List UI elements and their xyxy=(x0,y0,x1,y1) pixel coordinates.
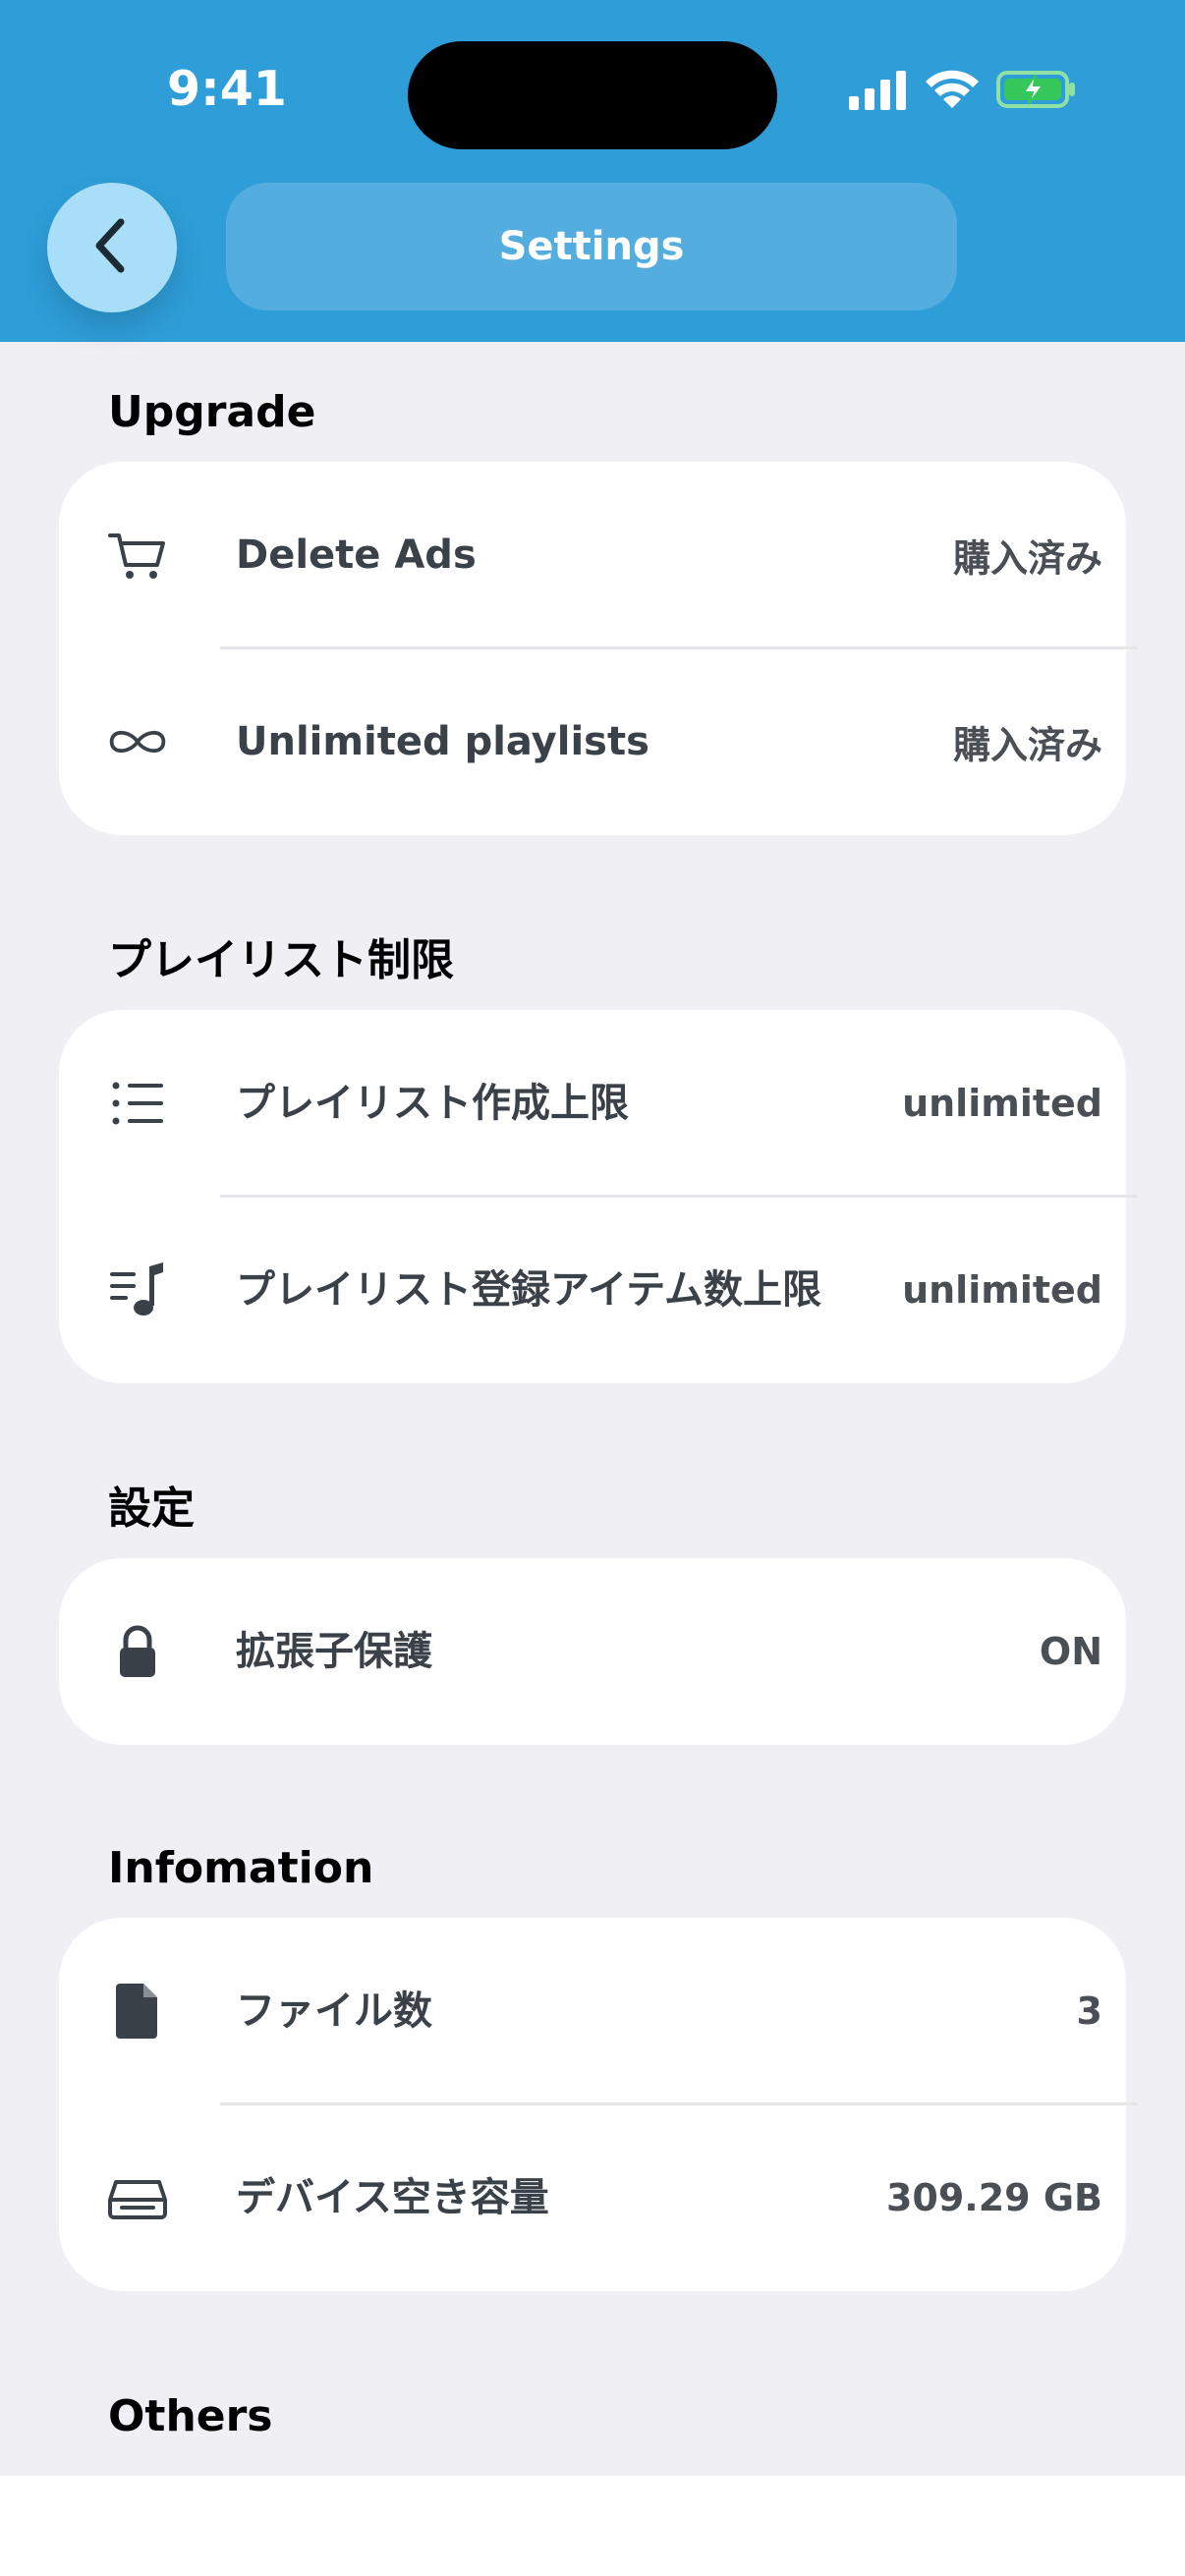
status-icons xyxy=(847,69,1077,114)
row-value: ON xyxy=(1039,1630,1102,1673)
list-icon xyxy=(106,1072,169,1135)
music-list-icon xyxy=(106,1259,169,1321)
row-value: 購入済み xyxy=(952,536,1102,581)
signal-icon xyxy=(847,69,910,114)
section-title-information: Infomation xyxy=(108,1843,374,1893)
app-header: 9:41 Settings xyxy=(0,0,1185,342)
battery-icon xyxy=(996,69,1077,114)
section-title-upgrade: Upgrade xyxy=(108,387,316,437)
row-unlimited-playlists[interactable]: Unlimited playlists 購入済み xyxy=(59,648,1126,835)
chevron-left-icon xyxy=(87,216,137,279)
row-label: プレイリスト作成上限 xyxy=(236,1081,629,1126)
card-playlist-limit: プレイリスト作成上限 unlimited プレイリスト登録アイテム数上限 unl… xyxy=(59,1010,1138,1383)
row-extension-protection[interactable]: 拡張子保護 ON xyxy=(59,1558,1126,1745)
row-label: デバイス空き容量 xyxy=(236,2175,549,2220)
bottom-panel xyxy=(0,2476,1185,2576)
section-title-others: Others xyxy=(108,2391,273,2441)
file-icon xyxy=(106,1980,169,2043)
row-device-free-space[interactable]: デバイス空き容量 309.29 GB xyxy=(59,2104,1126,2291)
section-title-settings: 設定 xyxy=(108,1484,195,1534)
row-delete-ads[interactable]: Delete Ads 購入済み xyxy=(59,462,1126,648)
wifi-icon xyxy=(924,69,981,114)
row-value: 購入済み xyxy=(952,723,1102,767)
row-file-count[interactable]: ファイル数 3 xyxy=(59,1918,1126,2104)
row-label: Unlimited playlists xyxy=(236,719,649,764)
row-label: ファイル数 xyxy=(236,1988,432,2034)
drive-icon xyxy=(106,2166,169,2229)
row-value: unlimited xyxy=(902,1268,1102,1312)
page-title-pill: Settings xyxy=(226,183,957,310)
status-time: 9:41 xyxy=(167,61,287,117)
infinity-icon xyxy=(106,710,169,773)
back-button[interactable] xyxy=(47,183,177,312)
card-upgrade: Delete Ads 購入済み Unlimited playlists 購入済み xyxy=(59,462,1138,835)
lock-icon xyxy=(106,1620,169,1683)
row-playlist-item-limit[interactable]: プレイリスト登録アイテム数上限 unlimited xyxy=(59,1197,1126,1383)
card-information: ファイル数 3 デバイス空き容量 309.29 GB xyxy=(59,1918,1138,2291)
row-label: 拡張子保護 xyxy=(236,1629,432,1674)
row-playlist-create-limit[interactable]: プレイリスト作成上限 unlimited xyxy=(59,1010,1126,1197)
section-title-playlist-limit: プレイリスト制限 xyxy=(108,935,454,985)
cart-icon xyxy=(106,524,169,587)
row-label: Delete Ads xyxy=(236,532,477,578)
row-value: 3 xyxy=(1076,1989,1102,2033)
row-value: 309.29 GB xyxy=(885,2176,1102,2219)
card-settings: 拡張子保護 ON xyxy=(59,1558,1126,1745)
row-label: プレイリスト登録アイテム数上限 xyxy=(236,1267,821,1313)
page-title: Settings xyxy=(498,224,685,269)
row-value: unlimited xyxy=(902,1082,1102,1125)
dynamic-island xyxy=(408,41,777,149)
